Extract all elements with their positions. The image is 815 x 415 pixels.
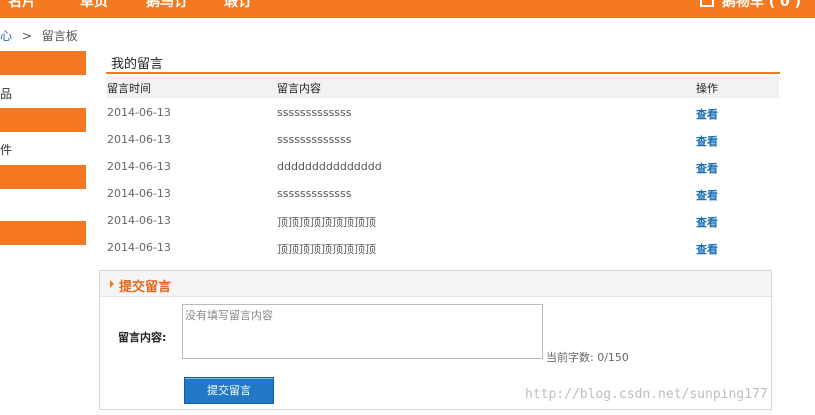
page-title: 我的留言 (111, 57, 164, 72)
sidebar-header-1[interactable] (0, 51, 86, 75)
view-link[interactable]: 查看 (696, 106, 718, 122)
column-header-content: 留言内容 (277, 82, 321, 95)
breadcrumb: 心 > 留言板 (0, 27, 78, 44)
table-header (106, 76, 779, 98)
nav-item-home[interactable]: 草页 (80, 0, 108, 9)
message-date: 2014-06-13 (107, 241, 171, 254)
nav-item-shop[interactable]: 鹅鸟订 (146, 0, 188, 9)
message-date: 2014-06-13 (107, 214, 171, 227)
view-link[interactable]: 查看 (696, 214, 718, 230)
message-content-label: 留言内容: (118, 331, 167, 344)
watermark: http://blog.csdn.net/sunping177 (525, 387, 768, 402)
table-row: 2014-06-13 顶顶顶顶顶顶顶顶顶 查看 (106, 208, 779, 235)
column-header-time: 留言时间 (107, 82, 151, 95)
arrow-right-icon (110, 280, 114, 288)
view-link[interactable]: 查看 (696, 133, 718, 149)
column-header-action: 操作 (696, 82, 718, 95)
form-title: 提交留言 (119, 280, 172, 295)
breadcrumb-current: 留言板 (41, 29, 78, 43)
message-content: sssssssssssss (277, 133, 352, 146)
message-content: 顶顶顶顶顶顶顶顶顶 (277, 243, 376, 256)
cart-link[interactable]: 鹅物车 ( 0 ) (699, 0, 801, 10)
message-date: 2014-06-13 (107, 106, 171, 119)
view-link[interactable]: 查看 (696, 160, 718, 176)
message-date: 2014-06-13 (107, 187, 171, 200)
view-link[interactable]: 查看 (696, 187, 718, 203)
message-content: ddddddddddddddd (277, 160, 382, 173)
char-counter: 当前字数: 0/150 (546, 351, 629, 364)
title-divider (106, 72, 780, 74)
sidebar-item-2[interactable]: 件 (0, 141, 12, 158)
message-content-textarea[interactable]: 没有填写留言内容 (182, 304, 543, 359)
message-content: 顶顶顶顶顶顶顶顶顶 (277, 216, 376, 229)
sidebar-header-3[interactable] (0, 165, 86, 189)
table-row: 2014-06-13 顶顶顶顶顶顶顶顶顶 查看 (106, 235, 779, 262)
breadcrumb-parent-link[interactable]: 心 (0, 29, 12, 43)
message-content: sssssssssssss (277, 106, 352, 119)
message-date: 2014-06-13 (107, 160, 171, 173)
table-row: 2014-06-13 sssssssssssss 查看 (106, 181, 779, 208)
top-nav-bar: 名片 草页 鹅鸟订 瑕订 鹅物车 ( 0 ) (0, 0, 815, 18)
sidebar-header-4[interactable] (0, 221, 86, 245)
cart-label: 鹅物车 ( 0 ) (721, 0, 801, 10)
submit-message-button[interactable]: 提交留言 (184, 377, 274, 404)
sidebar-header-2[interactable] (0, 108, 86, 132)
nav-item-card[interactable]: 名片 (8, 0, 36, 9)
table-row: 2014-06-13 sssssssssssss 查看 (106, 127, 779, 154)
table-row: 2014-06-13 ddddddddddddddd 查看 (106, 154, 779, 181)
view-link[interactable]: 查看 (696, 241, 718, 257)
breadcrumb-separator: > (21, 29, 32, 43)
message-date: 2014-06-13 (107, 133, 171, 146)
table-row: 2014-06-13 sssssssssssss 查看 (106, 100, 779, 127)
nav-item-order[interactable]: 瑕订 (224, 0, 252, 9)
form-header: 提交留言 (100, 271, 771, 297)
message-content: sssssssssssss (277, 187, 352, 200)
cart-icon (699, 0, 714, 7)
sidebar-item-1[interactable]: 品 (0, 85, 12, 102)
